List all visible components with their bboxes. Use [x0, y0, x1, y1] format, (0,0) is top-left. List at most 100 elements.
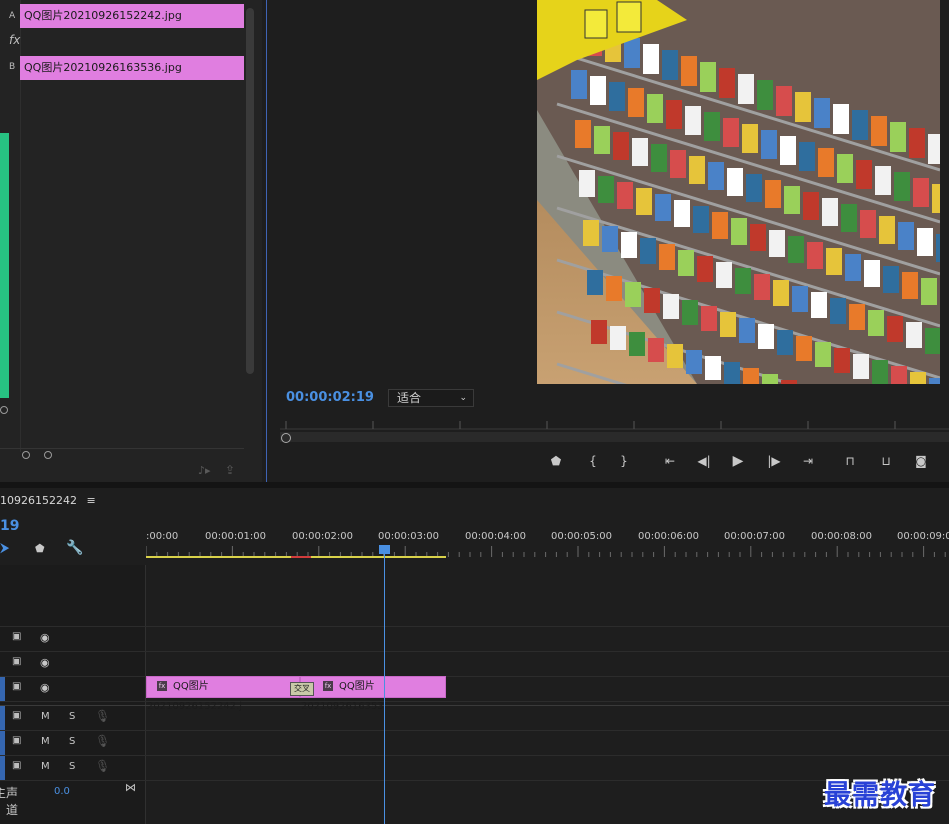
shelf-product	[781, 380, 797, 384]
shelf-product	[932, 184, 940, 213]
cross-dissolve-transition[interactable]: 交叉	[290, 682, 314, 696]
ec-horizontal-scrollbar[interactable]	[0, 448, 244, 459]
shelf-product	[685, 106, 701, 135]
a3-mute-button[interactable]: M	[41, 761, 50, 772]
track-divider	[0, 730, 949, 731]
ec-zoom-handle[interactable]	[0, 406, 8, 414]
shelf-product	[928, 134, 940, 164]
mark-out-icon[interactable]: }	[614, 452, 634, 470]
panel-separator[interactable]	[0, 482, 949, 488]
shelf-product	[849, 304, 865, 330]
shelf-product	[902, 272, 918, 299]
fx-badge-icon: fx	[323, 681, 333, 691]
a1-mute-button[interactable]: M	[41, 711, 50, 722]
a2-toggle-sync-icon[interactable]: ▣	[12, 735, 26, 746]
shelf-product	[602, 226, 618, 252]
a3-toggle-sync-icon[interactable]: ▣	[12, 760, 26, 771]
shelf-product	[571, 70, 587, 99]
tab-menu-icon[interactable]: ≡	[86, 494, 95, 507]
master-expand-icon[interactable]: ⋈	[125, 781, 136, 794]
a3-mic-icon[interactable]: 🎙	[95, 759, 110, 773]
fx-badge-icon: fx	[157, 681, 167, 691]
shelf-product	[921, 278, 937, 305]
go-to-out-icon[interactable]: ⇥	[798, 452, 818, 470]
shelf-product	[640, 238, 656, 264]
shelf-product	[796, 336, 812, 361]
a1-solo-button[interactable]: S	[69, 711, 75, 722]
program-mini-ruler[interactable]	[280, 416, 949, 430]
shelf-product	[587, 270, 603, 295]
lift-icon[interactable]: ⊓	[840, 452, 860, 470]
ec-scroll-handle-left[interactable]	[22, 451, 30, 459]
program-scrub-handle[interactable]	[281, 433, 291, 443]
ec-clip-b[interactable]: QQ图片20210926163536.jpg	[20, 56, 244, 80]
zoom-level-select[interactable]: 适合 ⌄	[388, 389, 474, 407]
program-timecode[interactable]: 00:00:02:19	[286, 390, 374, 405]
v1-toggle-sync-icon[interactable]: ▣	[12, 681, 26, 692]
step-forward-icon[interactable]: |▶	[764, 452, 784, 470]
v3-eye-icon[interactable]: ◉	[40, 631, 50, 644]
program-scrub-bar[interactable]	[280, 432, 949, 442]
v1-target-tag[interactable]	[0, 677, 5, 701]
shelf-product	[743, 368, 759, 384]
step-back-icon[interactable]: ◀|	[694, 452, 714, 470]
snap-icon[interactable]: ⮞	[0, 541, 9, 556]
a1-mic-icon[interactable]: 🎙	[95, 709, 110, 723]
shelf-product	[853, 354, 869, 379]
a2-mic-icon[interactable]: 🎙	[95, 734, 110, 748]
ec-vertical-scrollbar[interactable]	[246, 8, 254, 374]
ruler-label: 00:00:04:00	[465, 531, 527, 542]
shelf-product	[891, 366, 907, 384]
v1-eye-icon[interactable]: ◉	[40, 681, 50, 694]
master-volume-value[interactable]: 0.0	[54, 786, 70, 797]
filter-audio-icon[interactable]: ♪▸	[198, 464, 211, 477]
shelf-product	[663, 294, 679, 319]
shelf-product	[647, 94, 663, 123]
shelf-product	[655, 194, 671, 221]
sequence-tab[interactable]: 10926152242 ≡	[0, 494, 96, 507]
v2-eye-icon[interactable]: ◉	[40, 656, 50, 669]
shelf-product	[659, 244, 675, 270]
a1-toggle-sync-icon[interactable]: ▣	[12, 710, 26, 721]
timeline-clip-1[interactable]: fx QQ图片20210926152242.j	[146, 676, 300, 712]
shelf-product	[693, 206, 709, 233]
wrench-icon[interactable]: 🔧	[66, 540, 83, 556]
shelf-product	[724, 362, 740, 384]
shelf-product	[579, 170, 595, 197]
a2-solo-button[interactable]: S	[69, 736, 75, 747]
shelf-product	[758, 324, 774, 349]
shelf-product	[719, 68, 735, 98]
timeline-clip-2[interactable]: fx QQ图片2021092616353	[300, 676, 446, 712]
a1-target-tag[interactable]	[0, 706, 5, 730]
a3-target-tag[interactable]	[0, 756, 5, 780]
v2-toggle-sync-icon[interactable]: ▣	[12, 656, 26, 667]
ec-scroll-handle-right[interactable]	[44, 451, 52, 459]
playhead-handle[interactable]	[379, 545, 390, 554]
extract-icon[interactable]: ⊔	[876, 452, 896, 470]
track-divider	[0, 676, 949, 677]
a2-mute-button[interactable]: M	[41, 736, 50, 747]
shelf-product	[712, 212, 728, 239]
shelf-product	[925, 328, 940, 354]
v3-toggle-sync-icon[interactable]: ▣	[12, 631, 26, 642]
shelf-product	[868, 310, 884, 336]
program-preview-image	[537, 0, 940, 384]
sequence-current-time[interactable]: 19	[0, 518, 19, 534]
add-marker-timeline-icon[interactable]: ⬟	[35, 542, 45, 555]
ec-clip-a[interactable]: QQ图片20210926152242.jpg	[20, 4, 244, 28]
shelf-product	[826, 248, 842, 275]
sequence-tab-label: 10926152242	[0, 494, 77, 507]
shelf-product	[860, 210, 876, 238]
export-icon[interactable]: ⇪	[225, 463, 235, 477]
mark-in-icon[interactable]: {	[583, 452, 603, 470]
add-marker-icon[interactable]: ⬟	[546, 452, 566, 470]
shelf-product	[929, 378, 940, 384]
go-to-in-icon[interactable]: ⇤	[660, 452, 680, 470]
shelf-product	[613, 132, 629, 160]
zoom-level-value: 适合	[397, 391, 422, 405]
export-frame-icon[interactable]: ◙	[911, 452, 931, 470]
play-icon[interactable]: ▶	[728, 452, 748, 470]
shelf-product	[814, 98, 830, 128]
a2-target-tag[interactable]	[0, 731, 5, 755]
a3-solo-button[interactable]: S	[69, 761, 75, 772]
